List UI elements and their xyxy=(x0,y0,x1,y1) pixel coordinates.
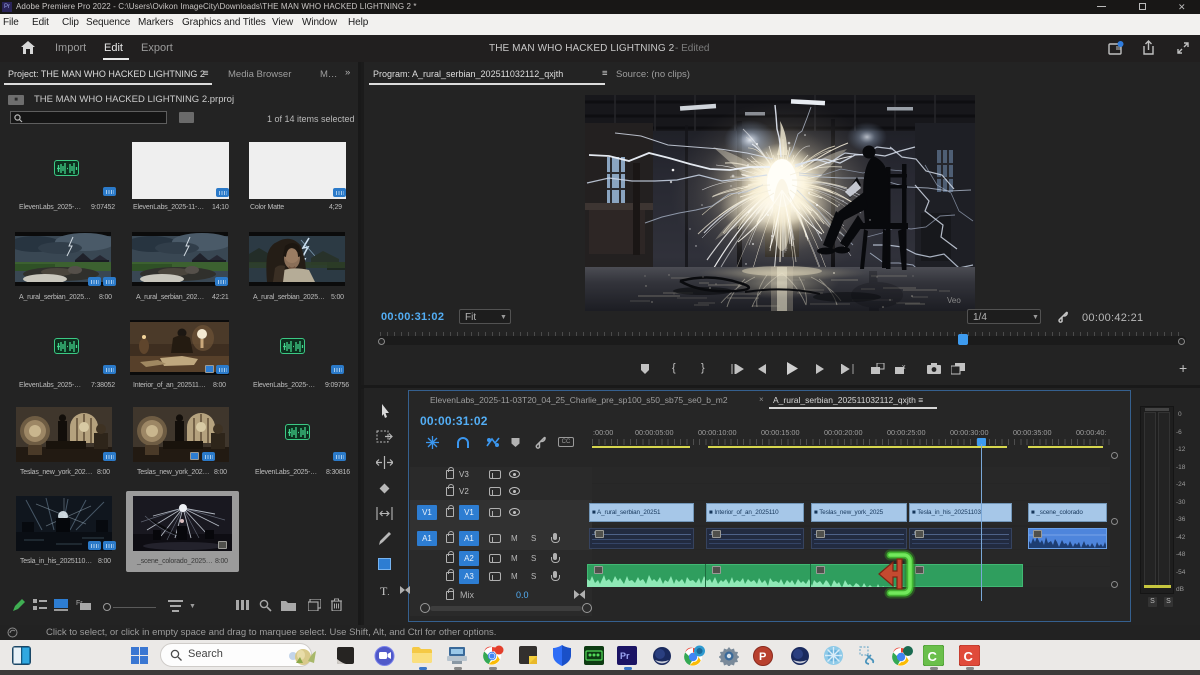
svg-text:Veo: Veo xyxy=(947,296,961,305)
svg-text:Pr: Pr xyxy=(620,651,630,661)
svg-text:x: x xyxy=(902,364,906,371)
svg-text:C: C xyxy=(928,649,938,664)
svg-text:P: P xyxy=(759,651,766,663)
svg-text:C: C xyxy=(964,649,974,664)
